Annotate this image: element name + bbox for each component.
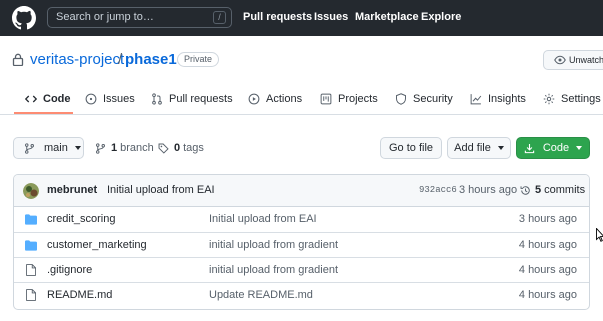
history-icon xyxy=(520,185,530,195)
file-icon xyxy=(26,264,36,276)
tab-projects-label: Projects xyxy=(338,93,378,105)
branch-select-button[interactable]: main xyxy=(13,137,84,159)
file-time: 4 hours ago xyxy=(518,289,577,301)
file-name-link[interactable]: customer_marketing xyxy=(47,239,147,251)
tab-issues-label: Issues xyxy=(103,93,135,105)
nav-marketplace[interactable]: Marketplace xyxy=(355,11,419,23)
file-time: 4 hours ago xyxy=(518,239,577,251)
branches-link[interactable]: 1 branch xyxy=(95,142,154,154)
file-name-link[interactable]: .gitignore xyxy=(47,264,92,276)
go-to-file-label: Go to file xyxy=(388,142,434,154)
tabs-divider xyxy=(0,114,603,115)
visibility-badge: Private xyxy=(177,52,220,67)
add-file-button[interactable]: Add file xyxy=(447,137,511,159)
table-row: .gitignore initial upload from gradient … xyxy=(14,257,589,282)
tab-actions[interactable]: Actions xyxy=(248,91,302,107)
github-logo-icon[interactable] xyxy=(12,6,36,30)
tab-settings-label: Settings xyxy=(561,93,601,105)
file-browser: mebrunet Initial upload from EAI 932acc6… xyxy=(13,174,590,310)
branch-icon xyxy=(96,142,105,154)
pull-request-icon xyxy=(152,93,162,105)
nav-issues[interactable]: Issues xyxy=(314,11,348,23)
tab-insights-label: Insights xyxy=(488,93,526,105)
nav-explore[interactable]: Explore xyxy=(421,11,461,23)
graph-icon xyxy=(470,94,482,105)
repo-owner-link[interactable]: veritas-project xyxy=(30,51,124,68)
global-header: Search or jump to… / Pull requests Issue… xyxy=(0,0,603,36)
chevron-down-icon xyxy=(576,146,583,150)
add-file-label: Add file xyxy=(454,142,491,154)
shield-icon xyxy=(396,93,406,105)
tab-settings[interactable]: Settings xyxy=(543,91,601,107)
tab-pull-requests[interactable]: Pull requests xyxy=(151,91,233,107)
file-commit-link[interactable]: Update README.md xyxy=(209,289,313,301)
file-time: 4 hours ago xyxy=(518,264,577,276)
commit-author-link[interactable]: mebrunet xyxy=(47,184,97,196)
tab-code-label: Code xyxy=(43,93,71,105)
tab-actions-label: Actions xyxy=(266,93,303,105)
file-commit-link[interactable]: initial upload from gradient xyxy=(209,239,338,251)
tab-security-label: Security xyxy=(413,93,453,105)
tab-code[interactable]: Code xyxy=(25,91,71,107)
tab-security[interactable]: Security xyxy=(395,91,453,107)
table-row: README.md Update README.md 4 hours ago xyxy=(14,282,589,307)
latest-commit-bar: mebrunet Initial upload from EAI 932acc6… xyxy=(14,175,589,207)
file-icon xyxy=(26,289,36,301)
file-time: 3 hours ago xyxy=(518,213,577,225)
commit-message-link[interactable]: Initial upload from EAI xyxy=(107,184,215,196)
project-icon xyxy=(320,93,332,105)
commit-sha-link[interactable]: 932acc6 xyxy=(419,185,457,195)
branch-count-label: branch xyxy=(120,142,154,154)
code-button-label: Code xyxy=(542,142,570,154)
tag-count-label: tags xyxy=(183,142,204,154)
folder-icon xyxy=(25,240,37,251)
gear-icon xyxy=(543,93,555,105)
table-row: customer_marketing initial upload from g… xyxy=(14,232,589,257)
unwatch-label: Unwatch xyxy=(569,55,603,65)
chevron-down-icon xyxy=(497,146,504,150)
play-icon xyxy=(248,93,260,105)
repo-name-link[interactable]: phase1 xyxy=(125,51,177,68)
folder-icon xyxy=(25,214,37,225)
search-input[interactable]: Search or jump to… xyxy=(47,7,232,28)
mouse-cursor-icon xyxy=(596,228,603,242)
tags-link[interactable]: 0 tags xyxy=(158,142,204,154)
commit-count: 5 xyxy=(535,184,542,196)
repo-path-separator: / xyxy=(118,51,123,68)
tag-icon xyxy=(158,143,169,154)
file-commit-link[interactable]: initial upload from gradient xyxy=(209,264,338,276)
search-shortcut-key: / xyxy=(213,11,226,24)
commit-history-link[interactable]: 5 commits xyxy=(520,184,585,196)
branch-name: main xyxy=(44,142,68,154)
tag-count: 0 xyxy=(174,142,181,154)
code-download-button[interactable]: Code xyxy=(516,137,590,159)
lock-icon xyxy=(12,53,24,66)
table-row: credit_scoring Initial upload from EAI 3… xyxy=(14,207,589,232)
go-to-file-button[interactable]: Go to file xyxy=(380,137,442,159)
nav-pull-requests[interactable]: Pull requests xyxy=(243,11,312,23)
issue-icon xyxy=(85,93,97,105)
file-name-link[interactable]: credit_scoring xyxy=(47,213,115,225)
file-name-link[interactable]: README.md xyxy=(47,289,112,301)
eye-icon xyxy=(554,55,566,65)
branch-count: 1 xyxy=(111,142,118,154)
commit-time: 3 hours ago xyxy=(459,184,518,196)
tab-pull-requests-label: Pull requests xyxy=(169,93,233,105)
avatar[interactable] xyxy=(23,183,39,199)
tab-projects[interactable]: Projects xyxy=(320,91,378,107)
branch-icon xyxy=(25,142,34,154)
chevron-down-icon xyxy=(74,146,81,150)
tab-insights[interactable]: Insights xyxy=(470,91,526,107)
tab-issues[interactable]: Issues xyxy=(85,91,135,107)
code-icon xyxy=(25,95,37,103)
download-icon xyxy=(524,143,535,153)
unwatch-button[interactable]: Unwatch xyxy=(543,50,603,70)
file-commit-link[interactable]: Initial upload from EAI xyxy=(209,213,317,225)
commit-count-label: commits xyxy=(544,184,586,196)
